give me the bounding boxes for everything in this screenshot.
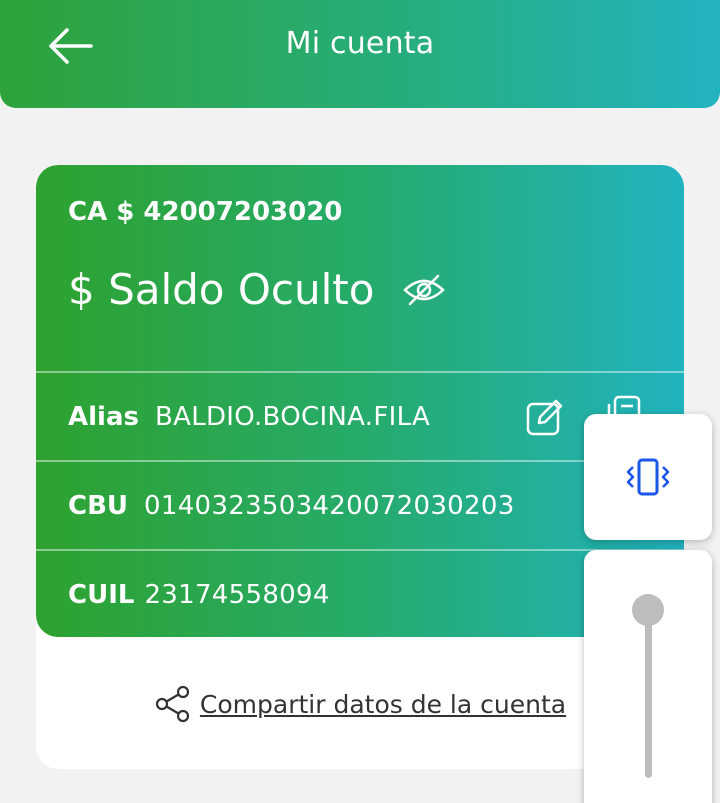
alias-row: Alias BALDIO.BOCINA.FILA bbox=[68, 373, 430, 461]
volume-slider-panel bbox=[584, 550, 712, 803]
cuil-row: CUIL 23174558094 bbox=[68, 551, 330, 639]
share-account-label: Compartir datos de la cuenta bbox=[199, 689, 567, 719]
balance-row: $ Saldo Oculto bbox=[68, 265, 446, 314]
volume-slider-track[interactable] bbox=[645, 612, 652, 778]
cbu-row: CBU 0140323503420072030203 bbox=[68, 462, 515, 550]
share-icon bbox=[155, 685, 190, 723]
cuil-label: CUIL bbox=[68, 580, 135, 610]
alias-label: Alias bbox=[68, 402, 139, 432]
toggle-balance-button[interactable] bbox=[402, 274, 446, 306]
edit-alias-button[interactable] bbox=[524, 396, 566, 438]
vibrate-toggle-button[interactable] bbox=[584, 414, 712, 540]
cbu-value: 0140323503420072030203 bbox=[144, 491, 515, 521]
balance-text: $ Saldo Oculto bbox=[68, 265, 375, 314]
header-bar: Mi cuenta bbox=[0, 0, 720, 108]
alias-value: BALDIO.BOCINA.FILA bbox=[154, 402, 431, 432]
cbu-label: CBU bbox=[68, 491, 129, 521]
vibrate-icon bbox=[626, 458, 670, 496]
cuil-value: 23174558094 bbox=[144, 580, 330, 610]
account-number: CA $ 42007203020 bbox=[68, 197, 343, 227]
edit-icon bbox=[526, 399, 563, 436]
volume-slider-thumb[interactable] bbox=[632, 594, 664, 626]
eye-off-icon bbox=[403, 274, 446, 305]
page-title: Mi cuenta bbox=[285, 26, 435, 61]
